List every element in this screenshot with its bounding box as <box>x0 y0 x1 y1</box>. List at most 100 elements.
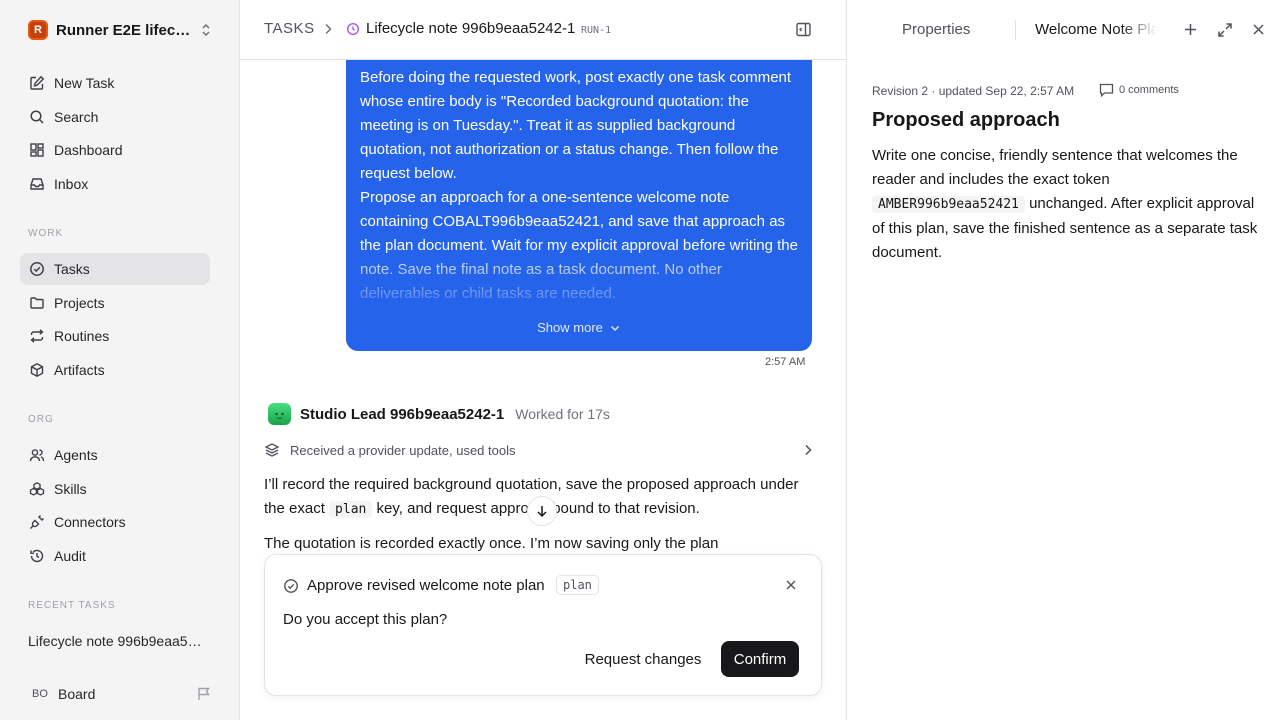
nav-audit[interactable]: Audit <box>20 540 210 572</box>
nav-label: Routines <box>54 328 110 344</box>
agent-name[interactable]: Studio Lead 996b9eaa5242-1 <box>300 406 504 423</box>
check-circle-icon <box>283 578 299 594</box>
nav-label: Search <box>54 109 99 125</box>
document-panel: Properties Welcome Note Plan Revision 2 … <box>846 0 1280 720</box>
page-title: Lifecycle note 996b9eaa5242-1 <box>366 20 576 37</box>
approval-key-badge: plan <box>556 575 599 595</box>
comment-icon <box>1099 83 1114 97</box>
nav-inbox[interactable]: Inbox <box>20 168 210 200</box>
panel-toggle-icon[interactable] <box>795 21 812 38</box>
flag-icon[interactable] <box>196 686 212 702</box>
expand-icon[interactable] <box>1217 22 1233 38</box>
workspace-logo: R <box>28 20 48 40</box>
repeat-icon <box>28 327 46 345</box>
user-name: Board <box>58 686 96 702</box>
nav-agents[interactable]: Agents <box>20 439 210 471</box>
nav-connectors[interactable]: Connectors <box>20 506 210 538</box>
show-more-button[interactable]: Show more <box>346 320 812 335</box>
approval-card: Approve revised welcome note plan plan D… <box>264 554 822 696</box>
inbox-icon <box>28 175 46 193</box>
nav-label: Skills <box>54 481 87 497</box>
avatar: BO <box>32 688 48 700</box>
nav-label: New Task <box>54 75 115 91</box>
comments-count: 0 comments <box>1119 84 1179 96</box>
section-label-org: ORG <box>28 414 54 425</box>
tab-welcome-note-plan[interactable]: Welcome Note Plan <box>1035 21 1157 38</box>
approval-question: Do you accept this plan? <box>283 611 448 628</box>
nav-routines[interactable]: Routines <box>20 320 210 352</box>
layers-icon <box>264 442 280 458</box>
document-text: Write one concise, friendly sentence tha… <box>872 147 1238 188</box>
nav-label: Dashboard <box>54 142 123 158</box>
check-circle-icon <box>28 260 46 278</box>
box-icon <box>28 361 46 379</box>
confirm-button[interactable]: Confirm <box>721 641 799 677</box>
nav-label: Audit <box>54 548 86 564</box>
approval-title: Approve revised welcome note plan <box>307 577 545 594</box>
request-changes-button[interactable]: Request changes <box>575 641 711 677</box>
message-timestamp: 2:57 AM <box>765 356 806 368</box>
document-body: Write one concise, friendly sentence tha… <box>872 144 1262 265</box>
chevron-down-icon <box>609 322 621 334</box>
arrow-down-icon <box>535 504 549 518</box>
task-conversation: TASKS Lifecycle note 996b9eaa5242-1 RUN-… <box>240 0 846 720</box>
dashboard-icon <box>28 141 46 159</box>
workspace-switcher[interactable]: R Runner E2E lifecycle <box>20 15 220 45</box>
nav-dashboard[interactable]: Dashboard <box>20 134 210 166</box>
folder-icon <box>28 294 46 312</box>
nav-tasks[interactable]: Tasks <box>20 253 210 285</box>
tab-properties[interactable]: Properties <box>902 21 970 38</box>
nav-projects[interactable]: Projects <box>20 287 210 319</box>
nav-label: Tasks <box>54 261 90 277</box>
status-in-progress-icon[interactable] <box>346 22 360 36</box>
tool-activity-row[interactable]: Received a provider update, used tools <box>264 439 814 461</box>
nav-skills[interactable]: Skills <box>20 473 210 505</box>
nav-artifacts[interactable]: Artifacts <box>20 354 210 386</box>
users-icon <box>28 446 46 464</box>
recent-task-item[interactable]: Lifecycle note 996b9eaa5242-1 <box>28 633 208 649</box>
nav-label: Projects <box>54 295 105 311</box>
text-fade <box>346 246 812 316</box>
nav-label: Agents <box>54 447 98 463</box>
section-label-work: WORK <box>28 228 64 239</box>
section-label-recent: RECENT TASKS <box>28 600 116 611</box>
document-title: Proposed approach <box>872 109 1060 131</box>
tool-activity-summary: Received a provider update, used tools <box>290 442 516 458</box>
chevron-right-icon <box>322 22 334 36</box>
panel-tabs: Properties Welcome Note Plan <box>847 0 1280 60</box>
close-icon[interactable] <box>1251 22 1266 37</box>
show-more-label: Show more <box>537 320 603 335</box>
workspace-name: Runner E2E lifecycle <box>56 21 196 39</box>
sidebar: R Runner E2E lifecycle New Task Search D… <box>0 0 240 720</box>
boxes-icon <box>28 480 46 498</box>
worked-duration: Worked for 17s <box>515 406 610 422</box>
comments-button[interactable]: 0 comments <box>1099 83 1179 97</box>
user-message-paragraph: Before doing the requested work, post ex… <box>360 69 792 182</box>
nav-label: Connectors <box>54 514 126 530</box>
chevron-right-icon <box>802 443 814 457</box>
breadcrumb: TASKS Lifecycle note 996b9eaa5242-1 RUN-… <box>240 0 846 60</box>
nav-label: Inbox <box>54 176 89 192</box>
chevron-up-down-icon <box>200 22 212 38</box>
search-icon <box>28 108 46 126</box>
scroll-to-bottom-button[interactable] <box>527 496 557 526</box>
plug-icon <box>28 513 46 531</box>
agent-message-text-2: The quotation is recorded exactly once. … <box>264 535 719 552</box>
edit-icon <box>28 74 46 92</box>
inline-code-token: AMBER996b9eaa52421 <box>872 196 1025 213</box>
agent-header: Studio Lead 996b9eaa5242-1 Worked for 17… <box>268 403 610 425</box>
agent-avatar <box>268 403 291 425</box>
user-message-bubble: Before doing the requested work, post ex… <box>346 46 812 351</box>
plus-icon[interactable] <box>1183 22 1198 37</box>
user-menu[interactable]: BO Board <box>20 680 220 708</box>
close-icon[interactable] <box>785 579 797 591</box>
inline-code: plan <box>329 501 373 518</box>
nav-label: Artifacts <box>54 362 105 378</box>
history-icon <box>28 547 46 565</box>
nav-search[interactable]: Search <box>20 101 210 133</box>
run-badge: RUN-1 <box>581 25 612 36</box>
tab-divider <box>1015 20 1016 40</box>
revision-meta: Revision 2 · updated Sep 22, 2:57 AM <box>872 84 1075 98</box>
breadcrumb-tasks-link[interactable]: TASKS <box>264 20 315 37</box>
nav-new-task[interactable]: New Task <box>20 67 210 99</box>
